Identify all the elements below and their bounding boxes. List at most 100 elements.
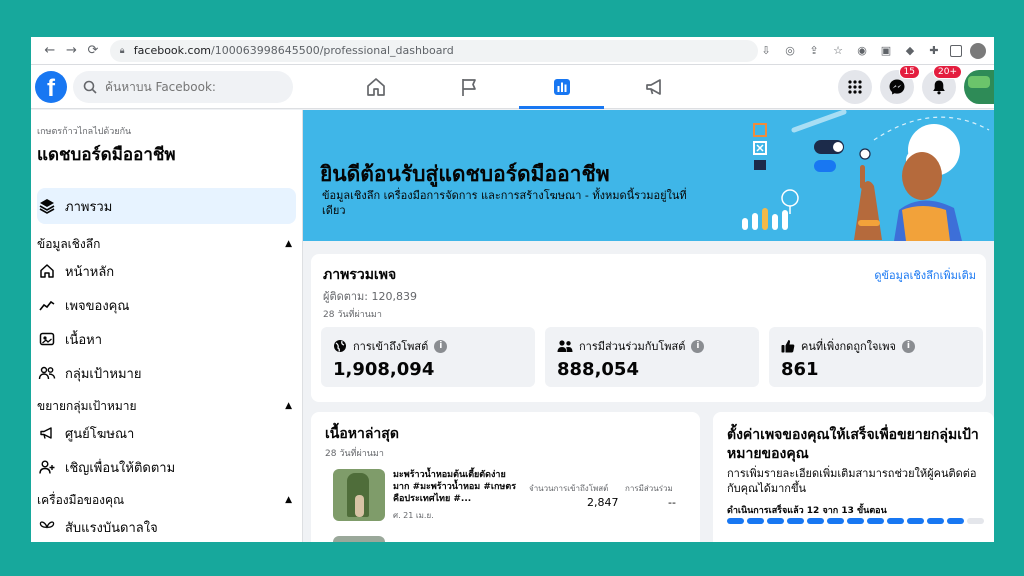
- side-panel-icon[interactable]: [950, 44, 962, 57]
- stat-label: คนที่เพิ่งกดถูกใจเพจ: [801, 340, 896, 353]
- progress-segment: [967, 518, 984, 524]
- search-input[interactable]: [105, 79, 265, 94]
- setup-title: ตั้งค่าเพจของคุณให้เสร็จเพื่อขยายกลุ่มเป…: [727, 427, 979, 462]
- url-host: facebook.com: [133, 44, 212, 57]
- sidebar-item-home[interactable]: หน้าหลัก: [37, 254, 296, 288]
- search-icon: [83, 80, 97, 94]
- people-icon: [37, 363, 57, 383]
- back-icon[interactable]: ←: [39, 40, 61, 62]
- sidebar-item-label: สับแรงบันดาลใจ: [65, 520, 158, 536]
- column-header-reach: จำนวนการเข้าถึงโพสต์: [529, 484, 609, 493]
- stat-value: 1,908,094: [333, 359, 435, 380]
- sidebar-item-audience[interactable]: กลุ่มเป้าหมาย: [37, 356, 296, 390]
- home-icon: [37, 261, 57, 281]
- megaphone-icon: [37, 423, 57, 443]
- overview-period: 28 วันที่ผ่านมา: [323, 310, 382, 320]
- reload-icon[interactable]: ⟳: [82, 40, 104, 62]
- stat-value: 888,054: [557, 359, 639, 380]
- section-tools-header[interactable]: เครื่องมือของคุณ ▲: [37, 490, 296, 510]
- progress-segment: [927, 518, 944, 524]
- messenger-button[interactable]: 15: [880, 65, 920, 104]
- progress-segment: [787, 518, 804, 524]
- url-path: /100063998645500/professional_dashboard: [211, 44, 454, 57]
- followers-count: ผู้ติดตาม: 120,839: [323, 290, 417, 303]
- info-icon[interactable]: i: [434, 339, 448, 353]
- insights-icon: [553, 79, 570, 95]
- facebook-logo-icon[interactable]: f: [35, 70, 67, 103]
- stat-new-page-likes[interactable]: คนที่เพิ่งกดถูกใจเพจ i 861: [769, 327, 983, 387]
- stat-post-reach[interactable]: การเข้าถึงโพสต์ i 1,908,094: [321, 327, 535, 387]
- page-setup-card: ตั้งค่าเพจของคุณให้เสร็จเพื่อขยายกลุ่มเป…: [713, 412, 994, 542]
- star-icon[interactable]: ☆: [830, 43, 846, 59]
- progress-segment: [907, 518, 924, 524]
- overview-title: ภาพรวมเพจ: [323, 267, 397, 283]
- notifications-button[interactable]: 20+: [922, 65, 962, 104]
- stat-label: การเข้าถึงโพสต์: [353, 340, 429, 353]
- thumbs-up-icon: [781, 340, 795, 353]
- nav-home[interactable]: [329, 65, 422, 109]
- sidebar-item-inspiration-hub[interactable]: สับแรงบันดาลใจ: [37, 510, 296, 542]
- sidebar-item-label: ภาพรวม: [65, 199, 113, 215]
- eye-off-icon[interactable]: ◎: [782, 43, 798, 59]
- bell-icon: [933, 80, 945, 95]
- sidebar-item-label: ศูนย์โฆษณา: [65, 426, 135, 442]
- install-icon[interactable]: ⇩: [758, 43, 774, 59]
- welcome-banner: ยินดีต้อนรับสู่แดชบอร์ดมืออาชีพ ข้อมูลเช…: [303, 110, 994, 241]
- nav-pages[interactable]: [422, 65, 515, 109]
- extension-2-icon[interactable]: ▣: [878, 43, 894, 59]
- see-more-insights-link[interactable]: ดูข้อมูลเชิงลึกเพิ่มเติม: [874, 266, 976, 284]
- metamask-icon[interactable]: ◆: [902, 43, 918, 59]
- chevron-up-icon: ▲: [285, 401, 292, 411]
- messenger-icon: [889, 79, 905, 95]
- section-label: ข้อมูลเชิงลึก: [37, 236, 101, 251]
- sidebar-item-label: เนื้อหา: [65, 332, 103, 348]
- section-label: เครื่องมือของคุณ: [37, 492, 125, 507]
- progress-segment: [867, 518, 884, 524]
- menu-button[interactable]: [838, 70, 872, 104]
- info-icon[interactable]: i: [691, 339, 705, 353]
- notifications-badge: 20+: [933, 65, 962, 79]
- info-icon[interactable]: i: [901, 339, 915, 353]
- puzzle-icon[interactable]: ✚: [926, 43, 942, 59]
- search-box[interactable]: [73, 70, 293, 103]
- person-add-icon: [37, 457, 57, 477]
- progress-segment: [747, 518, 764, 524]
- dashboard-main: ยินดีต้อนรับสู่แดชบอร์ดมืออาชีพ ข้อมูลเช…: [303, 110, 994, 542]
- progress-segment: [947, 518, 964, 524]
- post-thumbnail[interactable]: [333, 469, 385, 521]
- content-icon: [37, 329, 57, 349]
- banner-illustration: [742, 110, 990, 241]
- post-caption[interactable]: มะพร้าวน้ำหอมต้นเตี้ยตัดง่ายมาก #มะพร้าว…: [393, 469, 521, 505]
- sidebar-item-overview[interactable]: ภาพรวม: [37, 188, 296, 224]
- extension-1-icon[interactable]: ◉: [854, 43, 870, 59]
- profile-icon[interactable]: [970, 42, 986, 59]
- column-header-engagement: การมีส่วนร่วม: [625, 484, 673, 493]
- flag-icon: [461, 79, 476, 96]
- sidebar-item-label: กลุ่มเป้าหมาย: [65, 366, 142, 382]
- home-icon: [366, 78, 385, 96]
- sidebar-item-your-page[interactable]: เพจของคุณ: [37, 288, 296, 322]
- share-icon[interactable]: ⇪: [806, 43, 822, 59]
- stat-post-engagement[interactable]: การมีส่วนร่วมกับโพสต์ i 888,054: [545, 327, 759, 387]
- sidebar-item-label: หน้าหลัก: [65, 264, 115, 280]
- section-insights-header[interactable]: ข้อมูลเชิงลึก ▲: [37, 234, 296, 254]
- grid-menu-icon: [848, 80, 862, 94]
- forward-icon[interactable]: →: [61, 40, 83, 62]
- post-thumbnail[interactable]: [333, 536, 385, 542]
- nav-ads[interactable]: [608, 65, 701, 109]
- progress-segment: [847, 518, 864, 524]
- progress-segment: [727, 518, 744, 524]
- banner-title: ยินดีต้อนรับสู่แดชบอร์ดมืออาชีพ: [320, 162, 610, 186]
- layers-icon: [37, 196, 57, 216]
- recent-content-title: เนื้อหาล่าสุด: [325, 426, 399, 442]
- sidebar-item-label: เชิญเพื่อนให้ติดตาม: [65, 460, 176, 476]
- sidebar-item-ad-center[interactable]: ศูนย์โฆษณา: [37, 416, 296, 450]
- page-avatar[interactable]: [964, 70, 994, 104]
- globe-icon: [334, 340, 346, 352]
- sidebar-item-invite-friends[interactable]: เชิญเพื่อนให้ติดตาม: [37, 450, 296, 484]
- section-grow-header[interactable]: ขยายกลุ่มเป้าหมาย ▲: [37, 396, 296, 416]
- address-bar[interactable]: 🔒︎ facebook.com/100063998645500/professi…: [109, 39, 758, 62]
- sidebar-item-content[interactable]: เนื้อหา: [37, 322, 296, 356]
- nav-insights[interactable]: [515, 65, 608, 109]
- setup-progress-bar: [727, 518, 984, 524]
